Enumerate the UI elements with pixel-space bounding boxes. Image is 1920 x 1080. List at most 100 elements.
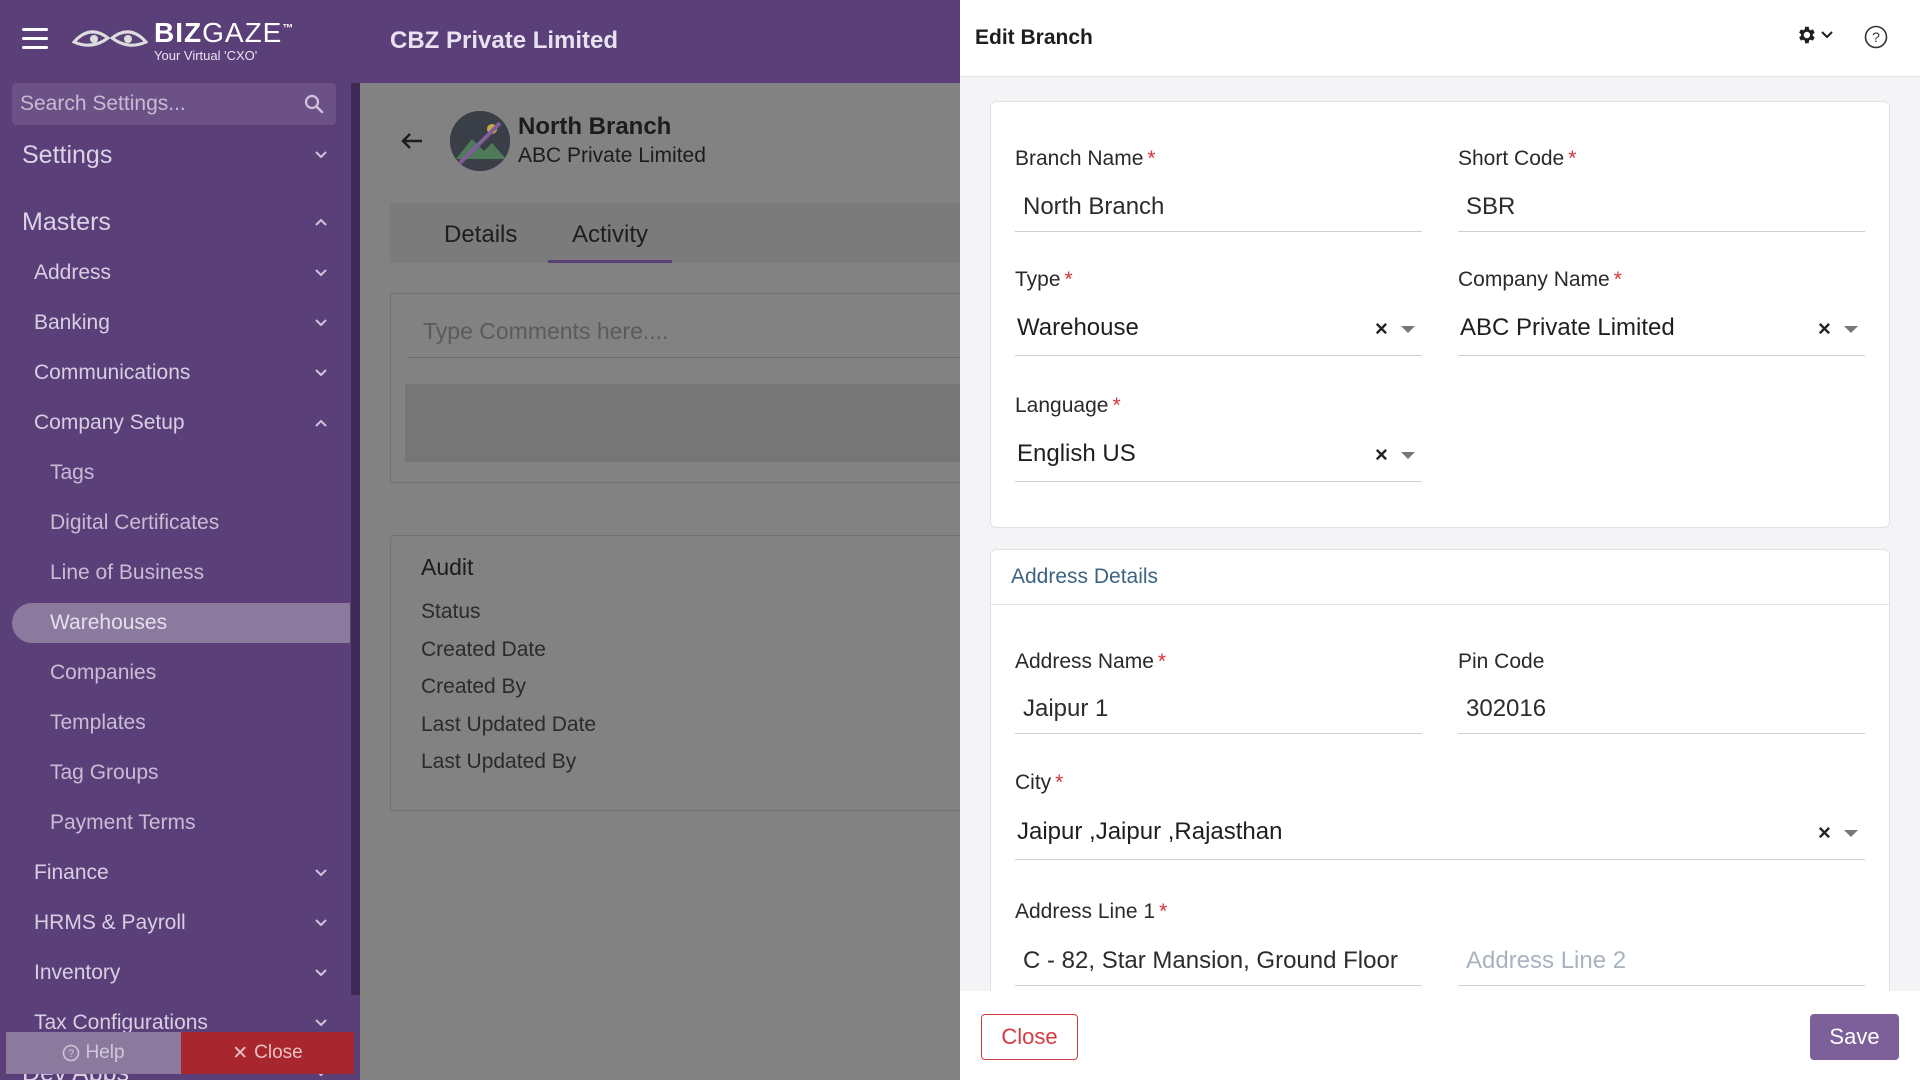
- edit-branch-panel: Edit Branch ? Branch Name* Short Code* T…: [960, 0, 1920, 1080]
- clear-icon[interactable]: ×: [1818, 820, 1831, 846]
- sidebar-item-templates[interactable]: Templates: [0, 703, 350, 743]
- sidebar-item-settings[interactable]: Settings: [0, 135, 350, 175]
- address-name-field[interactable]: [1015, 684, 1422, 734]
- chevron-down-icon[interactable]: [314, 368, 328, 378]
- settings-dropdown-button[interactable]: [1795, 24, 1833, 46]
- branch-name-field[interactable]: [1015, 182, 1422, 232]
- sidebar-item-payment-terms[interactable]: Payment Terms: [0, 803, 350, 843]
- type-select[interactable]: Warehouse ×: [1015, 302, 1422, 356]
- tabs-bar: Details Activity: [390, 203, 960, 263]
- tab-details[interactable]: Details: [444, 213, 517, 263]
- required-mark: *: [1055, 771, 1064, 794]
- sidebar-close-button[interactable]: ✕ Close: [181, 1032, 354, 1074]
- chevron-down-icon[interactable]: [314, 1018, 328, 1028]
- search-icon[interactable]: [304, 94, 324, 114]
- sidebar-item-label: Banking: [34, 311, 110, 334]
- audit-card: Audit Status Created Date Created By Las…: [390, 535, 960, 811]
- chevron-down-icon: [1821, 31, 1833, 39]
- branch-company: ABC Private Limited: [518, 144, 706, 167]
- back-arrow-icon[interactable]: [400, 131, 424, 151]
- sidebar-item-label: Companies: [50, 661, 157, 684]
- city-value: Jaipur ,Jaipur ,Rajasthan: [1017, 818, 1283, 845]
- chevron-down-icon[interactable]: [314, 150, 328, 160]
- logo-text-thin: GAZE: [202, 16, 283, 48]
- address-line-1-field[interactable]: [1015, 936, 1422, 986]
- logo-tagline: Your Virtual 'CXO': [154, 47, 258, 63]
- sidebar-item-company-setup[interactable]: Company Setup: [0, 403, 350, 443]
- svg-text:?: ?: [1872, 29, 1880, 45]
- gear-icon: [1799, 26, 1815, 44]
- sidebar-item-label: Digital Certificates: [50, 511, 220, 534]
- caret-down-icon[interactable]: [1401, 326, 1415, 333]
- image-placeholder-icon: [450, 111, 510, 171]
- sidebar-item-label: Tags: [50, 461, 95, 484]
- logo-text-bold: BIZ: [154, 16, 203, 48]
- clear-icon[interactable]: ×: [1818, 316, 1831, 342]
- clear-icon[interactable]: ×: [1375, 442, 1388, 468]
- comment-input[interactable]: [407, 306, 960, 358]
- logo: BIZGAZE™ Your Virtual 'CXO': [72, 14, 294, 66]
- chevron-down-icon[interactable]: [314, 318, 328, 328]
- short-code-field[interactable]: [1458, 182, 1865, 232]
- city-select[interactable]: Jaipur ,Jaipur ,Rajasthan ×: [1015, 806, 1865, 860]
- sidebar-item-digital-certificates[interactable]: Digital Certificates: [0, 503, 350, 543]
- logo-tm: ™: [282, 22, 295, 35]
- logo-eyes-icon: [72, 30, 148, 47]
- language-select[interactable]: English US ×: [1015, 428, 1422, 482]
- branch-avatar: [450, 111, 510, 171]
- audit-status: Status: [421, 600, 481, 623]
- audit-created-by: Created By: [421, 675, 527, 698]
- sidebar-item-label: Finance: [34, 861, 109, 884]
- sidebar-item-companies[interactable]: Companies: [0, 653, 350, 693]
- required-mark: *: [1157, 650, 1167, 673]
- sidebar-item-label: Company Setup: [34, 411, 185, 434]
- sidebar-item-finance[interactable]: Finance: [0, 853, 350, 893]
- caret-down-icon[interactable]: [1401, 452, 1415, 459]
- help-button[interactable]: ? Help: [6, 1032, 181, 1074]
- chevron-down-icon[interactable]: [314, 918, 328, 928]
- close-button[interactable]: Close: [981, 1014, 1078, 1060]
- sidebar-item-tag-groups[interactable]: Tag Groups: [0, 753, 350, 793]
- required-mark: *: [1064, 268, 1073, 291]
- sidebar-item-communications[interactable]: Communications: [0, 353, 350, 393]
- pin-code-field[interactable]: [1458, 684, 1865, 734]
- sidebar-item-line-of-business[interactable]: Line of Business: [0, 553, 350, 593]
- address-line-1-label: Address Line 1 *: [1015, 900, 1168, 923]
- chevron-down-icon[interactable]: [314, 968, 328, 978]
- sidebar-footer: ? Help ✕ Close: [6, 1032, 354, 1074]
- sidebar-item-label: Line of Business: [50, 561, 205, 584]
- caret-down-icon[interactable]: [1844, 326, 1858, 333]
- panel-body: Branch Name* Short Code* Type* Warehouse…: [960, 77, 1920, 991]
- close-icon: ✕: [232, 1042, 249, 1064]
- tab-activity[interactable]: Activity: [548, 213, 673, 263]
- sidebar-scrollbar[interactable]: [351, 83, 360, 995]
- sidebar-item-label: Inventory: [34, 961, 121, 984]
- sidebar-item-hrms-payroll[interactable]: HRMS & Payroll: [0, 903, 350, 943]
- sidebar-item-masters[interactable]: Masters: [0, 202, 350, 242]
- type-label: Type *: [1015, 268, 1073, 291]
- required-mark: *: [1147, 147, 1156, 170]
- sidebar-item-tags[interactable]: Tags: [0, 453, 350, 493]
- caret-down-icon[interactable]: [1844, 830, 1858, 837]
- clear-icon[interactable]: ×: [1375, 316, 1388, 342]
- company-name-select[interactable]: ABC Private Limited ×: [1458, 302, 1865, 356]
- sidebar-item-banking[interactable]: Banking: [0, 303, 350, 343]
- chevron-up-icon[interactable]: [314, 217, 328, 227]
- sidebar-item-label: Masters: [22, 207, 111, 236]
- language-value: English US: [1017, 440, 1136, 467]
- hamburger-icon[interactable]: [22, 28, 48, 50]
- chevron-down-icon[interactable]: [314, 868, 328, 878]
- comment-card: [390, 293, 960, 483]
- chevron-up-icon[interactable]: [314, 418, 328, 428]
- sidebar-item-address[interactable]: Address: [0, 253, 350, 293]
- search-input[interactable]: [20, 83, 290, 125]
- address-line-2-field[interactable]: [1458, 936, 1865, 986]
- chevron-down-icon[interactable]: [314, 268, 328, 278]
- sidebar-item-label: Tag Groups: [50, 761, 159, 784]
- help-circle-icon[interactable]: ?: [1863, 24, 1889, 50]
- company-title: CBZ Private Limited: [390, 27, 619, 54]
- sidebar-item-warehouses[interactable]: Warehouses: [12, 603, 350, 643]
- save-button[interactable]: Save: [1810, 1014, 1899, 1060]
- sidebar-item-inventory[interactable]: Inventory: [0, 953, 350, 993]
- company-name-value: ABC Private Limited: [1460, 314, 1675, 341]
